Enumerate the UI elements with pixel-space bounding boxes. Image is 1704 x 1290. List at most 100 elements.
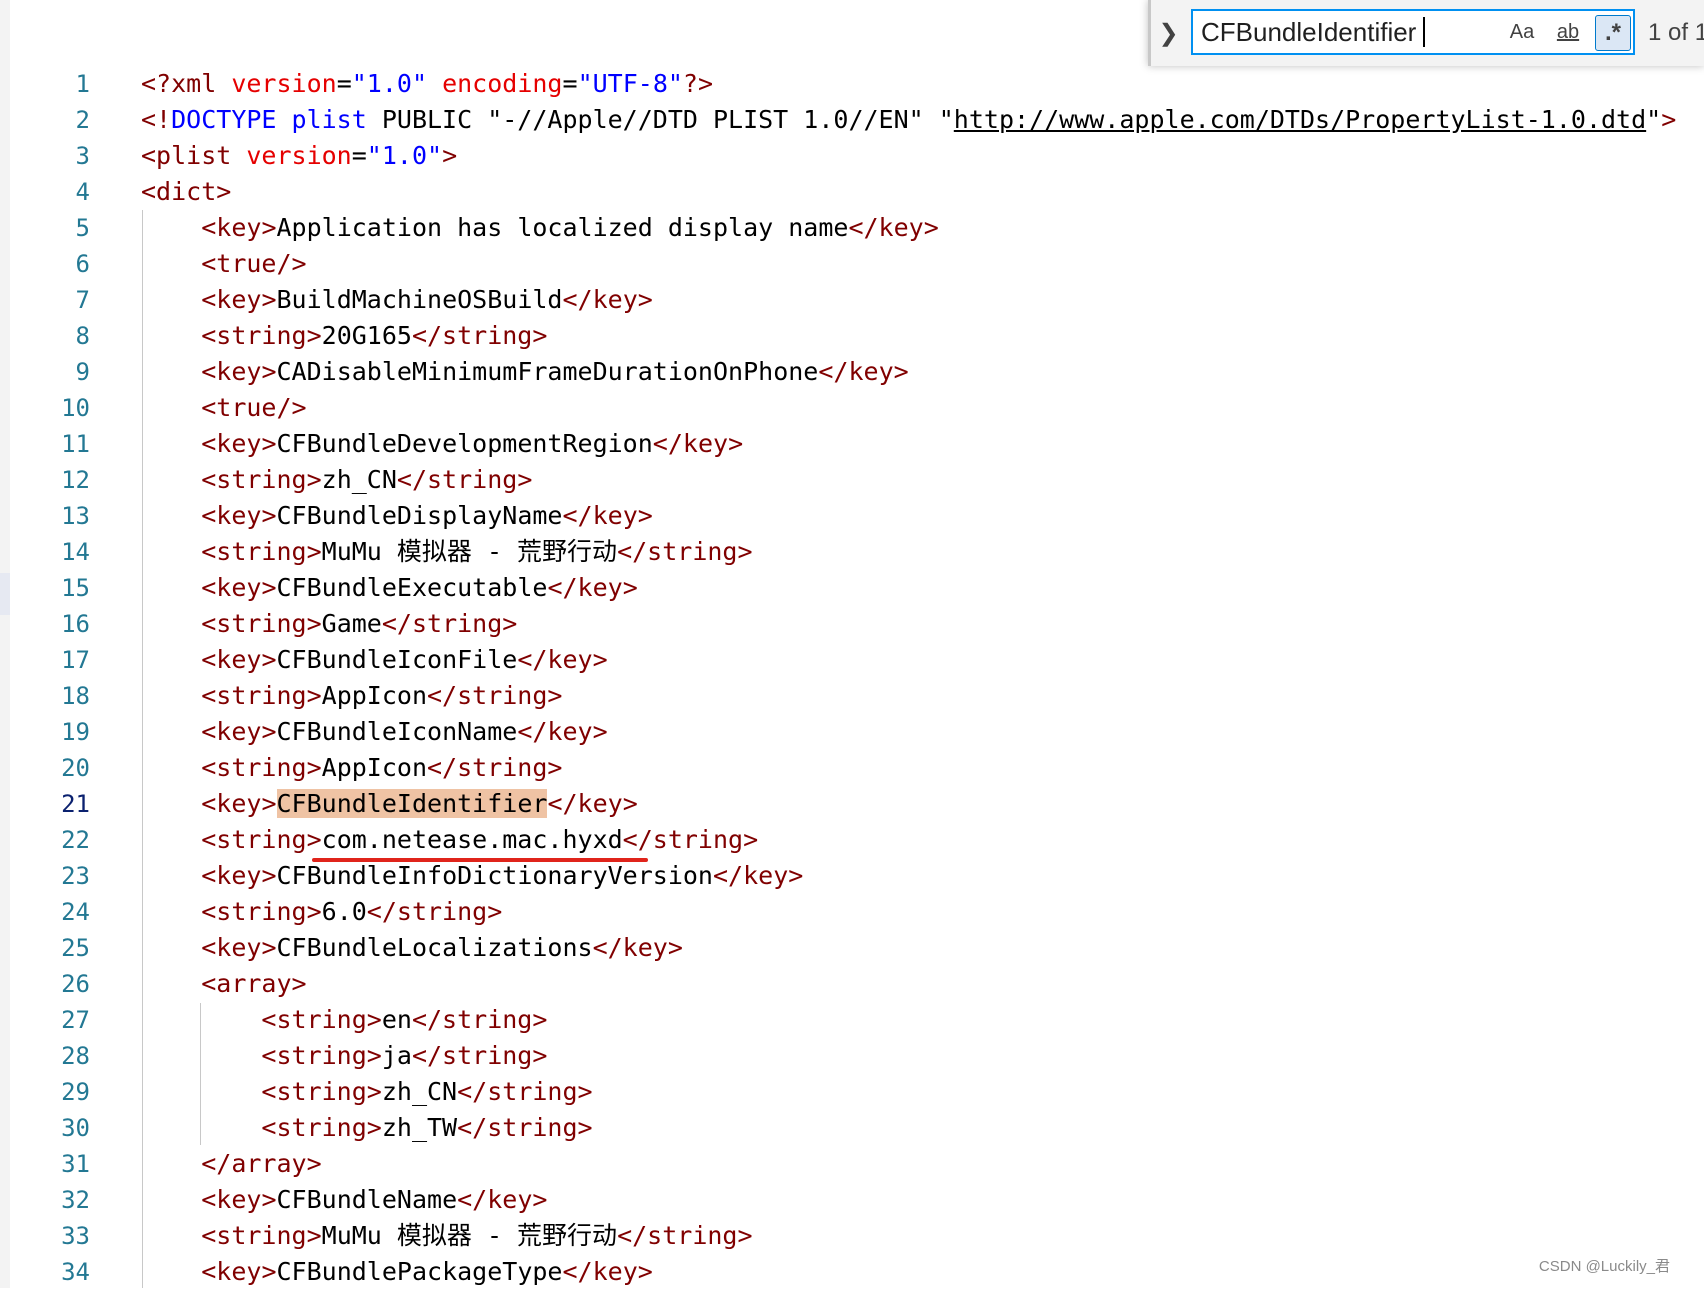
editor-line[interactable]: 28 <string>ja</string> — [0, 1038, 1704, 1074]
line-number: 21 — [61, 790, 90, 818]
line-number: 34 — [61, 1258, 90, 1286]
editor-line[interactable]: 2 <!DOCTYPE plist PUBLIC "-//Apple//DTD P… — [0, 102, 1704, 138]
editor-line[interactable]: 18 <string>AppIcon</string> — [0, 678, 1704, 714]
line-number: 11 — [61, 430, 90, 458]
line-number: 14 — [61, 538, 90, 566]
editor-line[interactable]: 26 <array> — [0, 966, 1704, 1002]
line-number: 33 — [61, 1222, 90, 1250]
code-text[interactable]: <key>CADisableMinimumFrameDurationOnPhon… — [141, 354, 908, 390]
editor-line[interactable]: 10 <true/> — [0, 390, 1704, 426]
editor-line[interactable]: 1 <?xml version="1.0" encoding="UTF-8"?> — [0, 66, 1704, 102]
editor-line[interactable]: 33 <string>MuMu 模拟器 - 荒野行动</string> — [0, 1218, 1704, 1254]
line-number: 8 — [75, 322, 90, 350]
editor-line[interactable]: 15 <key>CFBundleExecutable</key> — [0, 570, 1704, 606]
line-number: 6 — [75, 250, 90, 278]
code-text[interactable]: <true/> — [141, 246, 306, 282]
editor-line[interactable]: 34 <key>CFBundlePackageType</key> — [0, 1254, 1704, 1290]
code-text[interactable]: <string>AppIcon</string> — [141, 678, 562, 714]
line-number: 5 — [75, 214, 90, 242]
annotation-red-underline — [312, 858, 648, 862]
code-text[interactable]: <string>zh_TW</string> — [141, 1110, 592, 1146]
editor-line[interactable]: 3 <plist version="1.0"> — [0, 138, 1704, 174]
editor-line[interactable]: 8 <string>20G165</string> — [0, 318, 1704, 354]
editor-line[interactable]: 24 <string>6.0</string> — [0, 894, 1704, 930]
line-number: 1 — [75, 70, 90, 98]
code-text[interactable]: <key>Application has localized display n… — [141, 210, 939, 246]
editor-line[interactable]: 22 <string>com.netease.mac.hyxd</string> — [0, 822, 1704, 858]
editor-line[interactable]: 16 <string>Game</string> — [0, 606, 1704, 642]
code-text[interactable]: <string>com.netease.mac.hyxd</string> — [141, 822, 758, 858]
code-text[interactable]: <?xml version="1.0" encoding="UTF-8"?> — [141, 66, 713, 102]
editor-line[interactable]: 7 <key>BuildMachineOSBuild</key> — [0, 282, 1704, 318]
editor-line[interactable]: 4 <dict> — [0, 174, 1704, 210]
editor-line[interactable]: 19 <key>CFBundleIconName</key> — [0, 714, 1704, 750]
code-text[interactable]: <key>CFBundleExecutable</key> — [141, 570, 638, 606]
line-number: 32 — [61, 1186, 90, 1214]
whole-word-icon[interactable]: ab — [1551, 15, 1585, 49]
editor-line[interactable]: 25 <key>CFBundleLocalizations</key> — [0, 930, 1704, 966]
editor-line[interactable]: 32 <key>CFBundleName</key> — [0, 1182, 1704, 1218]
regex-icon[interactable]: .* — [1595, 15, 1631, 51]
code-text[interactable]: <string>ja</string> — [141, 1038, 547, 1074]
editor-line[interactable]: 12 <string>zh_CN</string> — [0, 462, 1704, 498]
code-text[interactable]: </array> — [141, 1146, 321, 1182]
code-editor[interactable]: 1 <?xml version="1.0" encoding="UTF-8"?> 2… — [0, 66, 1704, 1290]
code-text[interactable]: <array> — [141, 966, 306, 1002]
code-text[interactable]: <string>zh_CN</string> — [141, 462, 532, 498]
line-number: 29 — [61, 1078, 90, 1106]
code-text[interactable]: <key>CFBundleDisplayName</key> — [141, 498, 653, 534]
editor-line[interactable]: 14 <string>MuMu 模拟器 - 荒野行动</string> — [0, 534, 1704, 570]
editor-line[interactable]: 9 <key>CADisableMinimumFrameDurationOnPh… — [0, 354, 1704, 390]
code-text[interactable]: <string>20G165</string> — [141, 318, 547, 354]
find-input-text[interactable]: CFBundleIdentifier — [1201, 11, 1416, 53]
line-number: 9 — [75, 358, 90, 386]
code-text[interactable]: <string>zh_CN</string> — [141, 1074, 592, 1110]
code-text[interactable]: <dict> — [141, 174, 231, 210]
editor-line[interactable]: 17 <key>CFBundleIconFile</key> — [0, 642, 1704, 678]
editor-line[interactable]: 20 <string>AppIcon</string> — [0, 750, 1704, 786]
code-text[interactable]: <key>CFBundleLocalizations</key> — [141, 930, 683, 966]
code-text[interactable]: <true/> — [141, 390, 306, 426]
line-number: 12 — [61, 466, 90, 494]
line-number: 23 — [61, 862, 90, 890]
code-text[interactable]: <plist version="1.0"> — [141, 138, 457, 174]
editor-line[interactable]: 6 <true/> — [0, 246, 1704, 282]
editor-line[interactable]: 27 <string>en</string> — [0, 1002, 1704, 1038]
code-text[interactable]: <key>CFBundleDevelopmentRegion</key> — [141, 426, 743, 462]
code-text[interactable]: <key>BuildMachineOSBuild</key> — [141, 282, 653, 318]
editor-line[interactable]: 31 </array> — [0, 1146, 1704, 1182]
editor-line[interactable]: 23 <key>CFBundleInfoDictionaryVersion</k… — [0, 858, 1704, 894]
code-text[interactable]: <key>CFBundleName</key> — [141, 1182, 547, 1218]
code-text[interactable]: <string>6.0</string> — [141, 894, 502, 930]
toggle-replace-chevron-icon[interactable]: ❯ — [1148, 0, 1186, 66]
line-number: 2 — [75, 106, 90, 134]
code-text[interactable]: <string>AppIcon</string> — [141, 750, 562, 786]
editor-line[interactable]: 21 <key>CFBundleIdentifier</key> — [0, 786, 1704, 822]
code-text[interactable]: <string>MuMu 模拟器 - 荒野行动</string> — [141, 534, 752, 570]
code-text[interactable]: <key>CFBundleInfoDictionaryVersion</key> — [141, 858, 803, 894]
match-case-icon[interactable]: Aa — [1505, 15, 1539, 49]
code-text[interactable]: <!DOCTYPE plist PUBLIC "-//Apple//DTD PL… — [141, 102, 1676, 138]
line-number: 30 — [61, 1114, 90, 1142]
editor-line[interactable]: 5 <key>Application has localized display… — [0, 210, 1704, 246]
code-text[interactable]: <key>CFBundleIdentifier</key> — [141, 786, 638, 822]
editor-line[interactable]: 29 <string>zh_CN</string> — [0, 1074, 1704, 1110]
code-text[interactable]: <string>Game</string> — [141, 606, 517, 642]
find-input[interactable]: CFBundleIdentifier Aa ab .* — [1191, 9, 1635, 55]
line-number: 25 — [61, 934, 90, 962]
code-text[interactable]: <string>MuMu 模拟器 - 荒野行动</string> — [141, 1218, 752, 1254]
line-number: 24 — [61, 898, 90, 926]
find-match-highlight: CFBundleIdentifier — [276, 789, 548, 818]
line-number: 19 — [61, 718, 90, 746]
editor-line[interactable]: 30 <string>zh_TW</string> — [0, 1110, 1704, 1146]
line-number: 4 — [75, 178, 90, 206]
text-caret — [1423, 17, 1425, 47]
code-text[interactable]: <key>CFBundleIconName</key> — [141, 714, 607, 750]
code-text[interactable]: <string>en</string> — [141, 1002, 547, 1038]
editor-line[interactable]: 13 <key>CFBundleDisplayName</key> — [0, 498, 1704, 534]
line-number: 7 — [75, 286, 90, 314]
code-text[interactable]: <key>CFBundleIconFile</key> — [141, 642, 607, 678]
code-text[interactable]: <key>CFBundlePackageType</key> — [141, 1254, 653, 1290]
line-number: 13 — [61, 502, 90, 530]
editor-line[interactable]: 11 <key>CFBundleDevelopmentRegion</key> — [0, 426, 1704, 462]
